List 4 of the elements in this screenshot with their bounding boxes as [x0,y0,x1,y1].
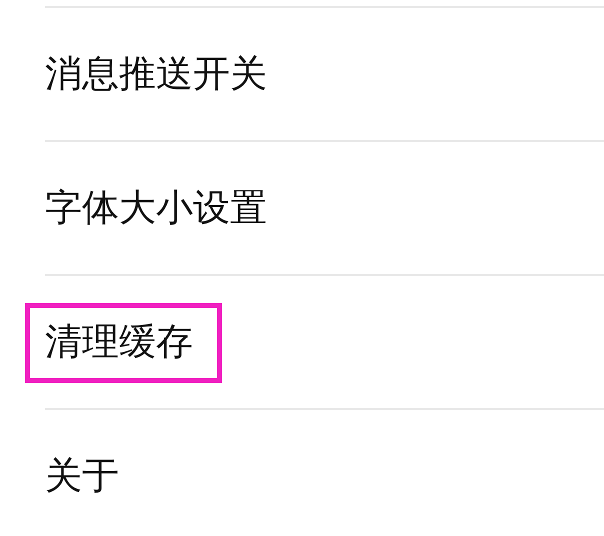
settings-item[interactable]: 消息推送开关 [45,52,267,96]
settings-item[interactable]: 清理缓存 [45,320,193,364]
settings-item[interactable]: 关于 [45,454,119,498]
settings-item[interactable]: 字体大小设置 [45,186,267,230]
